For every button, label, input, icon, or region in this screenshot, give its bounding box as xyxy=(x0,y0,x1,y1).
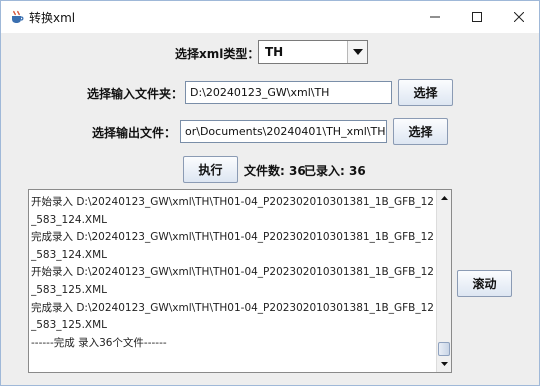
window-title: 转换xml xyxy=(29,11,76,25)
output-file-field[interactable]: or\Documents\20240401\TH_xml\THxml xyxy=(180,120,387,143)
scroll-down-button[interactable] xyxy=(437,357,451,371)
log-line: _583_125.XML xyxy=(31,319,108,332)
log-lines: 开始录入 D:\20240123_GW\xml\TH\TH01-04_P2023… xyxy=(31,194,435,352)
log-line: 完成录入 D:\20240123_GW\xml\TH\TH01-04_P2023… xyxy=(31,301,434,314)
log-text-area[interactable]: 开始录入 D:\20240123_GW\xml\TH\TH01-04_P2023… xyxy=(28,189,452,373)
minimize-button[interactable] xyxy=(415,1,455,33)
title-bar[interactable]: 转换xml xyxy=(1,1,539,33)
output-file-label: 选择输出文件： xyxy=(92,126,177,140)
input-select-button[interactable]: 选择 xyxy=(398,79,453,106)
execute-button[interactable]: 执行 xyxy=(183,156,238,183)
scroll-up-button[interactable] xyxy=(437,191,451,205)
log-line: 开始录入 D:\20240123_GW\xml\TH\TH01-04_P2023… xyxy=(31,266,434,279)
output-select-button[interactable]: 选择 xyxy=(393,118,448,145)
close-button[interactable] xyxy=(499,1,539,33)
input-folder-label: 选择输入文件夹： xyxy=(87,87,184,101)
log-line: _583_124.XML xyxy=(31,213,108,226)
scroll-button[interactable]: 滚动 xyxy=(457,270,512,297)
log-line: 完成录入 D:\20240123_GW\xml\TH\TH01-04_P2023… xyxy=(31,231,434,244)
log-line: _583_124.XML xyxy=(31,248,108,261)
xml-type-value: TH xyxy=(265,45,284,59)
app-window: 转换xml 选择xml类型： TH 选择输入文件夹： D:\20240123_G… xyxy=(0,0,540,386)
scrollbar-thumb[interactable] xyxy=(438,342,450,356)
chevron-down-icon xyxy=(352,49,363,55)
xml-type-label: 选择xml类型： xyxy=(175,47,260,61)
coffee-cup-icon xyxy=(12,10,24,23)
xml-type-select[interactable]: TH xyxy=(258,40,368,64)
maximize-icon xyxy=(472,12,482,22)
dropdown-button[interactable] xyxy=(347,41,367,63)
log-line: 开始录入 D:\20240123_GW\xml\TH\TH01-04_P2023… xyxy=(31,196,434,208)
imported-count-text: 已录入: 36 xyxy=(304,164,366,178)
log-line: ------完成 录入36个文件------ xyxy=(31,336,167,349)
maximize-button[interactable] xyxy=(457,1,497,33)
input-folder-field[interactable]: D:\20240123_GW\xml\TH xyxy=(185,81,392,104)
file-count-text: 文件数: 36 xyxy=(244,164,306,178)
log-scrollbar[interactable] xyxy=(436,190,451,372)
triangle-up-icon xyxy=(440,196,448,200)
close-icon xyxy=(514,12,524,22)
minimize-icon xyxy=(430,16,440,18)
log-line: _583_125.XML xyxy=(31,283,108,296)
triangle-down-icon xyxy=(440,362,448,366)
